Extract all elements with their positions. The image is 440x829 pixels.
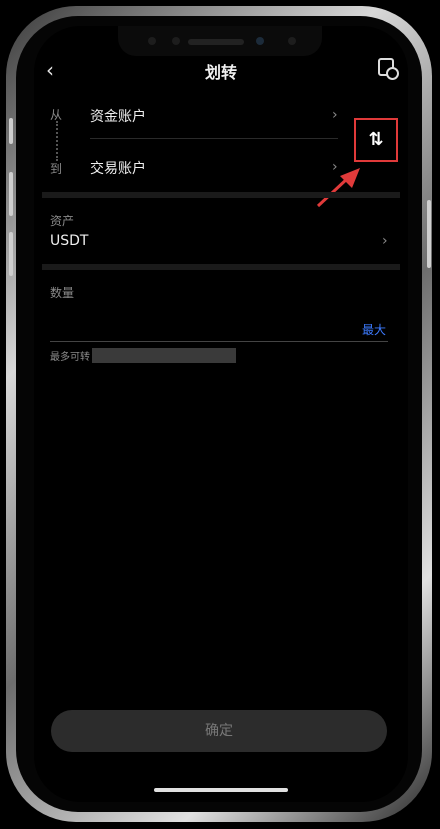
asset-label: 资产: [50, 214, 75, 228]
home-indicator: [154, 788, 288, 792]
annotation-arrow-icon: [316, 168, 360, 208]
asset-value: USDT: [50, 233, 89, 249]
to-account-name: 交易账户: [90, 161, 146, 177]
to-label: 到: [50, 162, 63, 176]
earpiece-speaker: [188, 39, 244, 45]
chevron-right-icon: ›: [332, 107, 338, 123]
side-button-volume-down: [9, 232, 13, 276]
sensor-dot: [288, 37, 296, 45]
amount-input[interactable]: [50, 316, 330, 338]
side-button-silent: [9, 118, 13, 144]
nav-bar: ‹ 划转: [34, 56, 408, 84]
history-icon[interactable]: [378, 58, 399, 80]
section-separator: [42, 192, 400, 198]
side-button-power: [427, 200, 431, 268]
divider: [90, 138, 338, 139]
page-title: 划转: [204, 63, 237, 82]
swap-arrows-icon: ⇅: [368, 129, 384, 150]
chevron-right-icon: ›: [382, 233, 388, 249]
from-account-name: 资金账户: [90, 109, 146, 125]
available-label: 最多可转: [50, 352, 90, 363]
max-button[interactable]: 最大: [362, 321, 386, 338]
amount-underline: [50, 341, 388, 342]
available-amount-masked: [92, 348, 236, 363]
section-separator: [42, 264, 400, 270]
sensor-dot: [148, 37, 156, 45]
amount-label: 数量: [50, 286, 75, 300]
screen: ‹ 划转 从 到 资金账户 › 交易账户 › ⇅ 资产 USDT › 数量 最大…: [34, 26, 408, 802]
connector-line: [56, 121, 58, 161]
front-camera: [256, 37, 264, 45]
notch: [118, 26, 322, 56]
side-button-volume-up: [9, 172, 13, 216]
sensor-dot: [172, 37, 180, 45]
confirm-button[interactable]: 确定: [51, 710, 387, 752]
swap-button[interactable]: ⇅: [354, 118, 398, 162]
